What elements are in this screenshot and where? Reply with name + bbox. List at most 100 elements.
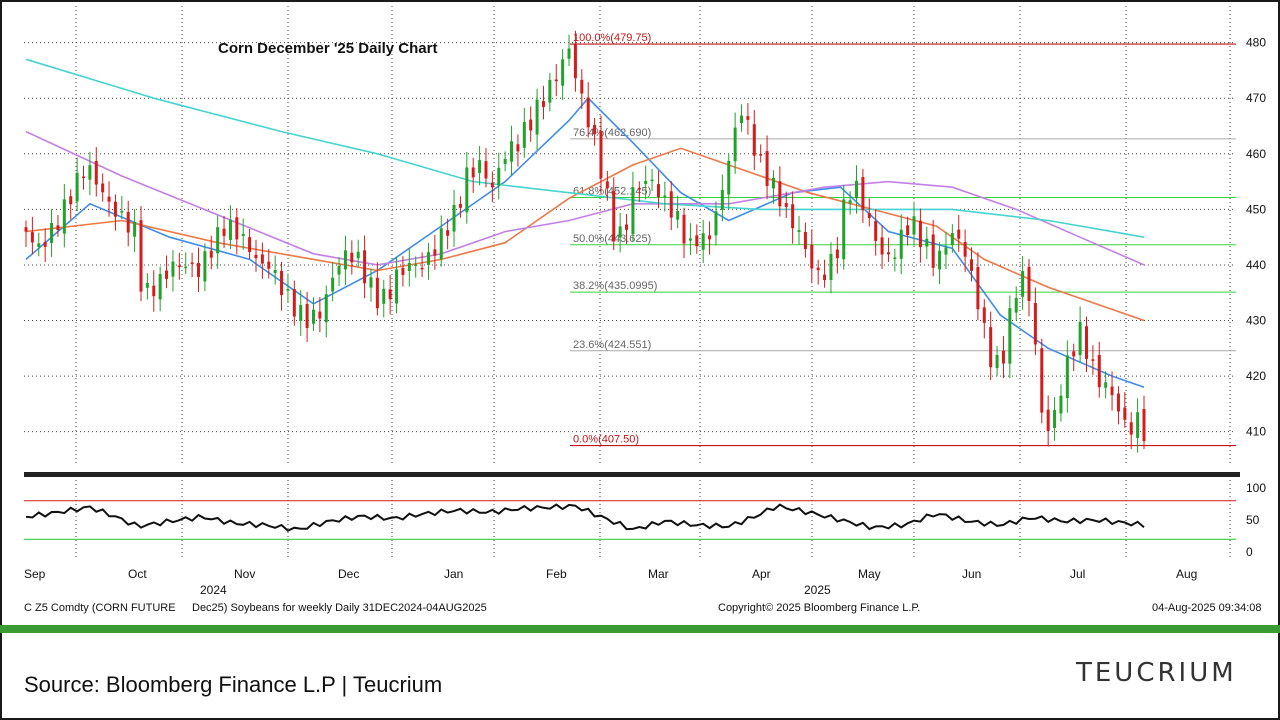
x-tick-label: Feb [546,567,567,581]
info-timestamp: 04-Aug-2025 09:34:08 [1152,602,1262,614]
candle-body [1097,355,1101,388]
candle-body [842,199,846,260]
candle-body [1078,321,1082,356]
candle-body [280,270,284,296]
candle-body [1123,407,1127,420]
candle-body [113,201,117,217]
candle-body [580,79,584,94]
candle-body [1065,355,1069,398]
candle-body [516,144,520,152]
candle-body [490,182,494,188]
candle-body [145,282,149,288]
candle-body [503,158,507,165]
x-tick-label: Mar [648,567,669,581]
x-tick-label: Jun [962,567,981,581]
candle-body [1072,351,1076,357]
candle-body [24,227,28,232]
candle-body [484,161,488,179]
fib-label: 23.6%(424.551) [573,339,651,351]
candle-body [292,289,296,317]
candle-body [656,184,660,198]
candle-body [554,79,558,82]
candle-body [235,217,239,240]
candle-body [567,48,571,59]
candle-body [1110,386,1114,396]
candle-body [184,266,188,269]
candle-body [81,176,85,179]
x-tick-label: Apr [752,567,771,581]
y-tick-label: 440 [1246,258,1266,272]
candle-body [177,265,181,268]
candle-body [510,141,514,162]
fib-label: 100.0%(479.75) [573,32,651,44]
candle-body [874,221,878,241]
candle-body [529,119,533,131]
candle-body [139,220,143,292]
fib-label: 50.0%(443.625) [573,233,651,245]
candle-body [152,285,156,297]
candle-body [1014,297,1018,313]
candle-body [797,230,801,232]
candle-body [810,244,814,269]
candle-body [382,288,386,304]
candle-body [618,226,622,238]
info-desc: Dec25) Soybeans for weekly Daily 31DEC20… [192,602,487,614]
candle-body [101,183,105,193]
candle-body [267,261,271,269]
candle-body [248,237,252,252]
candle-body [1091,359,1095,361]
candle-body [465,167,469,213]
candle-body [912,216,916,235]
candle-body [375,277,379,309]
candle-body [816,267,820,271]
candle-body [708,235,712,240]
candle-body [963,241,967,257]
candle-body [30,232,34,243]
x-tick-label: Jan [444,567,463,581]
candle-body [676,211,680,220]
candle-body [299,305,303,321]
candle-body [1059,395,1063,414]
candle-body [918,220,922,248]
candle-body [906,225,910,235]
candle-body [203,251,207,282]
candle-body [682,214,686,244]
candle-body [458,204,462,208]
candle-body [1129,422,1133,435]
candle-body [260,254,264,264]
candle-body [778,181,782,207]
candle-body [835,249,839,259]
y-tick-label: 460 [1246,147,1266,161]
candle-body [133,222,137,237]
fib-label: 38.2%(435.0995) [573,280,657,292]
candle-body [861,177,865,211]
rsi-tick-label: 100 [1246,481,1266,495]
candle-body [829,253,833,280]
fib-label: 0.0%(407.50) [573,434,639,446]
candle-body [331,277,335,292]
candle-body [107,196,111,202]
candle-body [433,249,437,256]
candle-body [446,230,450,236]
candle-body [50,223,54,243]
candle-body [522,121,526,148]
rsi-tick-label: 50 [1246,513,1260,527]
candle-body [452,204,456,232]
candle-body [938,250,942,270]
year-label: 2024 [200,583,227,597]
fib-label: 76.4%(462.690) [573,127,651,139]
y-tick-label: 410 [1246,425,1266,439]
candle-body [43,241,47,247]
candle-body [771,177,775,189]
candle-body [631,187,635,235]
x-tick-label: Jul [1070,567,1085,581]
candle-body [439,228,443,260]
candle-body [561,59,565,86]
x-tick-label: May [858,567,881,581]
candle-body [625,224,629,230]
candle-body [1085,326,1089,360]
candle-body [720,190,724,210]
candle-body [241,233,245,236]
candle-body [995,354,999,369]
panel-separator [24,472,1240,477]
